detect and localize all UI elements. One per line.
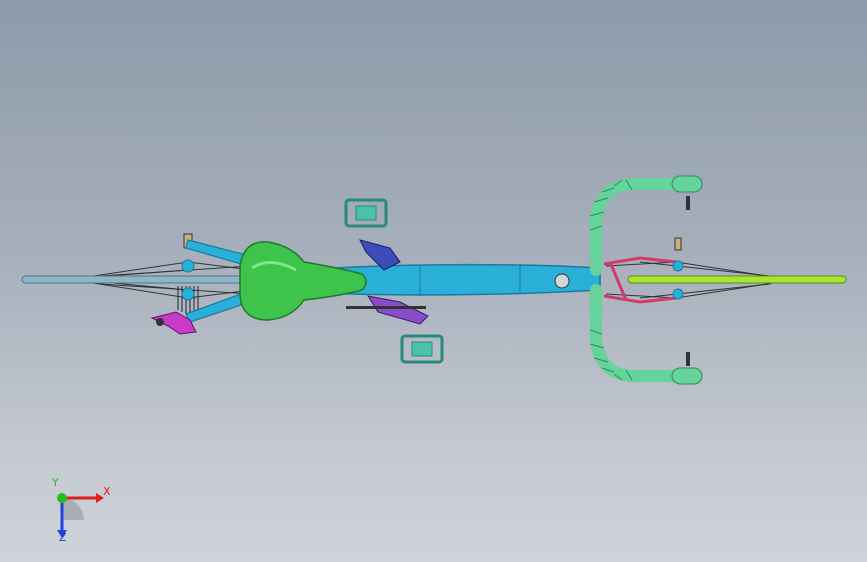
y-axis-label: Y [52,476,59,489]
coordinate-triad: X Y Z [40,476,120,548]
front-axle [627,275,847,284]
pedal-right [400,334,444,364]
z-axis-label: Z [59,531,67,544]
x-axis-label: X [103,485,111,498]
graphics-viewport[interactable]: X Y Z [0,0,867,562]
headset [554,273,570,289]
pedal-left [344,198,388,228]
bicycle-model[interactable] [0,0,867,562]
